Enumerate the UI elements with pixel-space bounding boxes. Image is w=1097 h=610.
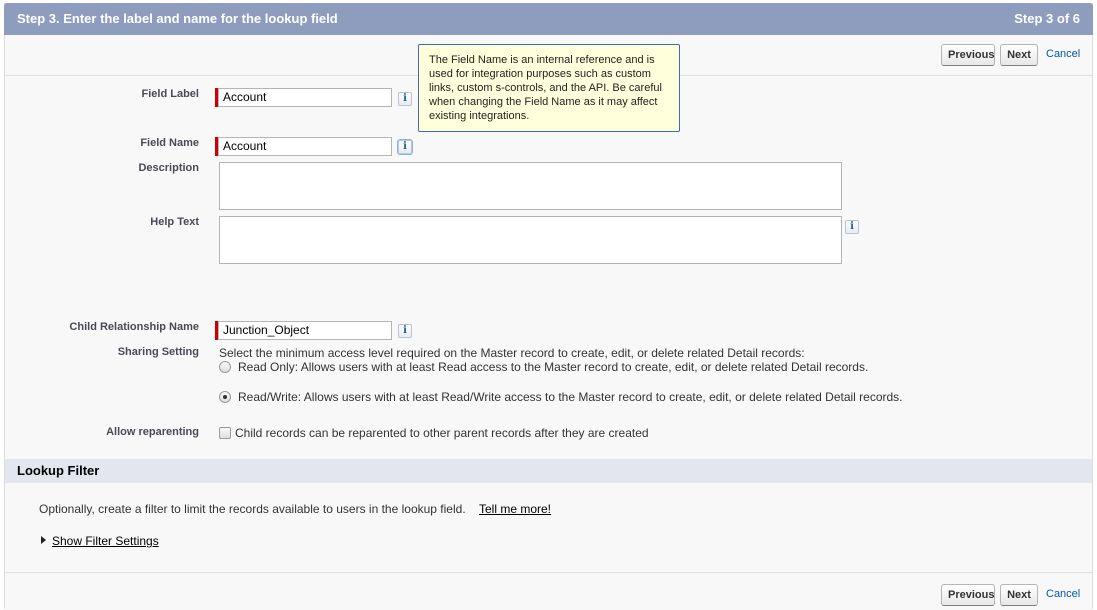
help-text-label: Help Text <box>150 216 199 228</box>
expand-triangle-icon[interactable] <box>41 536 46 544</box>
read-write-radio[interactable] <box>219 391 231 403</box>
field-name-input[interactable]: Account <box>218 137 392 156</box>
tell-me-more-link[interactable]: Tell me more! <box>479 502 551 516</box>
info-icon[interactable]: i <box>398 92 412 106</box>
field-label-input[interactable]: Account <box>218 88 392 107</box>
child-relationship-label: Child Relationship Name <box>69 321 199 333</box>
next-button[interactable]: Next <box>1000 44 1038 66</box>
read-only-label: Read Only: Allows users with at least Re… <box>238 360 869 374</box>
step-counter: Step 3 of 6 <box>1014 11 1080 26</box>
show-filter-settings-link[interactable]: Show Filter Settings <box>52 534 159 548</box>
read-write-label: Read/Write: Allows users with at least R… <box>238 390 903 404</box>
cancel-link[interactable]: Cancel <box>1046 588 1080 600</box>
previous-button[interactable]: Previous <box>941 584 995 606</box>
field-label-label: Field Label <box>141 88 199 100</box>
field-name-tooltip: The Field Name is an internal reference … <box>418 44 680 132</box>
cancel-link[interactable]: Cancel <box>1046 48 1080 60</box>
lookup-filter-title: Lookup Filter <box>17 463 100 478</box>
info-icon[interactable]: i <box>398 324 412 338</box>
step-title: Step 3. Enter the label and name for the… <box>17 11 338 26</box>
sharing-setting-intro: Select the minimum access level required… <box>219 346 805 360</box>
lookup-filter-header: Lookup Filter <box>5 459 1092 483</box>
description-label: Description <box>138 162 199 174</box>
previous-button[interactable]: Previous <box>941 44 995 66</box>
lookup-filter-description: Optionally, create a filter to limit the… <box>39 502 466 516</box>
wizard-header: Step 3. Enter the label and name for the… <box>4 3 1093 35</box>
description-textarea[interactable] <box>219 162 842 210</box>
info-icon[interactable]: i <box>398 140 412 154</box>
info-icon[interactable]: i <box>845 220 859 234</box>
allow-reparenting-checkbox[interactable] <box>219 427 231 439</box>
sharing-setting-label: Sharing Setting <box>117 346 199 358</box>
allow-reparenting-text: Child records can be reparented to other… <box>235 426 649 440</box>
field-name-label: Field Name <box>140 137 199 149</box>
child-relationship-input[interactable]: Junction_Object <box>218 321 392 340</box>
help-text-textarea[interactable] <box>219 216 842 264</box>
allow-reparenting-label: Allow reparenting <box>106 426 199 438</box>
bottom-button-bar: Previous Next Cancel <box>5 572 1092 610</box>
next-button[interactable]: Next <box>1000 584 1038 606</box>
read-only-radio[interactable] <box>219 361 231 373</box>
